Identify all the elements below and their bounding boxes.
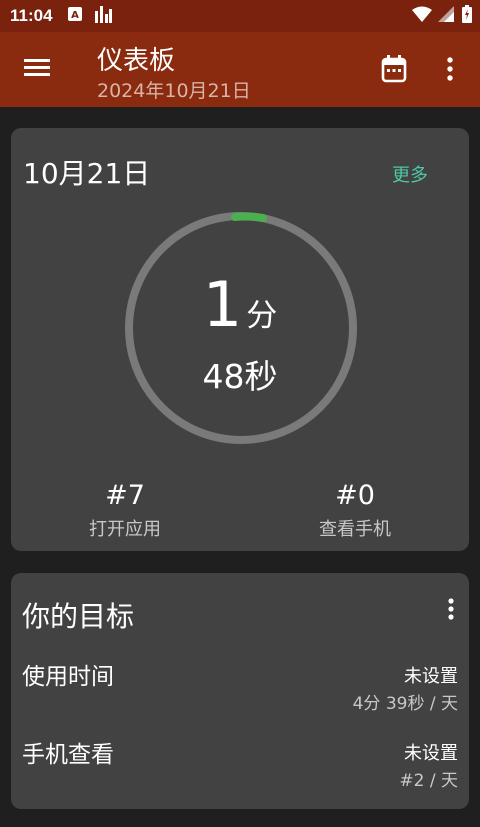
summary-date: 10月21日 (23, 157, 151, 190)
goal-usage-time-name[interactable]: 使用时间 (22, 657, 114, 691)
goals-title: 你的目标 (22, 600, 135, 633)
font-a-icon: A (67, 6, 82, 26)
daily-summary-card[interactable]: 10月21日 更多 1分 48秒 #7 打开应用 #0 查看手机 (11, 128, 469, 551)
checks-stat: #0 查看手机 (275, 480, 435, 541)
signal-icon (438, 5, 454, 27)
more-link[interactable]: 更多 (392, 161, 428, 187)
status-bar: 11:04 A (0, 0, 480, 32)
usage-minutes-value: 1 (202, 268, 243, 341)
goal-usage-time-detail: 4分 39秒 / 天 (352, 694, 458, 714)
menu-icon[interactable] (22, 56, 52, 82)
unlocks-stat: #7 打开应用 (45, 480, 205, 541)
app-bar: 仪表板 2024年10月21日 (0, 32, 480, 107)
more-vert-icon[interactable] (440, 54, 460, 86)
unlocks-value: #7 (105, 480, 145, 511)
usage-seconds: 48秒 (202, 357, 278, 396)
goals-card: 你的目标 使用时间 未设置 4分 39秒 / 天 手机查看 未设置 #2 / 天 (11, 573, 469, 809)
goals-more-vert-icon[interactable] (439, 597, 463, 623)
status-time: 11:04 (10, 6, 53, 25)
checks-value: #0 (335, 480, 375, 511)
goal-phone-checks-detail: #2 / 天 (399, 771, 458, 791)
checks-label: 查看手机 (319, 519, 391, 540)
usage-minutes: 1分 (11, 268, 469, 341)
ring-progress (231, 212, 267, 222)
page-subtitle: 2024年10月21日 (97, 80, 251, 102)
goal-usage-time-status: 未设置 (404, 666, 458, 687)
unlocks-label: 打开应用 (89, 519, 161, 540)
chart-bars-icon (94, 5, 112, 28)
calendar-icon[interactable] (380, 54, 410, 86)
goal-phone-checks-status: 未设置 (404, 743, 458, 764)
svg-text:A: A (71, 10, 79, 21)
page-title: 仪表板 (97, 46, 176, 76)
wifi-icon (412, 6, 432, 27)
battery-icon (462, 4, 472, 28)
usage-minutes-unit: 分 (246, 298, 278, 334)
goal-phone-checks-name[interactable]: 手机查看 (22, 735, 114, 769)
